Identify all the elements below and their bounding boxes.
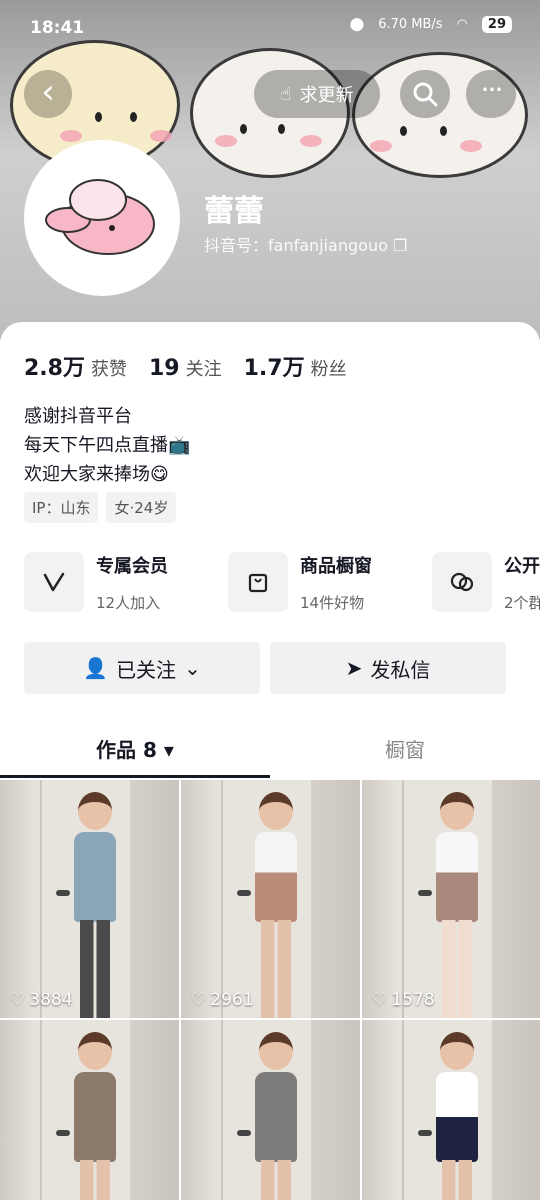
video-thumbnail[interactable] xyxy=(362,1020,540,1200)
feature-group-chat[interactable]: 公开 2个群 xyxy=(432,552,540,613)
shopping-bag-icon xyxy=(228,552,288,612)
gender-age-tag: 女·24岁 xyxy=(106,492,177,523)
send-icon: ➤ xyxy=(345,656,363,680)
tab-shop[interactable]: 橱窗 xyxy=(270,730,540,778)
video-person-figure xyxy=(251,792,301,1018)
v-icon xyxy=(24,552,84,612)
video-person-figure xyxy=(70,792,120,1018)
feature-group-title: 公开 xyxy=(504,556,540,577)
douyin-id-text: 抖音号：fanfanjiangouo xyxy=(204,236,388,255)
video-likes-count: 3884 xyxy=(29,990,73,1010)
status-bar: 18:41 ⬤ 6.70 MB/s ◠ 29 xyxy=(0,0,540,56)
following-label: 已关注 xyxy=(116,657,177,682)
video-grid: ♡ 3884 ♡ 2961 ♡ 1578 xyxy=(0,780,540,1200)
stat-likes-label: 获赞 xyxy=(90,359,127,380)
request-update-label: 求更新 xyxy=(299,85,354,106)
wifi-icon: ◠ xyxy=(456,17,468,32)
feature-row: 专属会员 12人加入 商品橱窗 14件好物 公开 2个群 xyxy=(24,552,540,613)
douyin-id[interactable]: 抖音号：fanfanjiangouo ❐ xyxy=(204,232,407,256)
video-person-figure xyxy=(251,1032,301,1200)
status-time: 18:41 xyxy=(30,18,85,38)
video-likes: ♡ 2961 xyxy=(191,990,254,1010)
profile-card: 2.8万 获赞 19 关注 1.7万 粉丝 感谢抖音平台 每天下午四点直播📺 欢迎大家… xyxy=(0,322,540,1200)
battery-level: 29 xyxy=(481,16,512,33)
tab-works-label: 作品 8 xyxy=(96,738,157,762)
search-icon xyxy=(413,82,438,107)
stat-likes[interactable]: 2.8万 获赞 xyxy=(24,350,127,382)
video-likes-count: 2961 xyxy=(210,990,254,1010)
tab-shop-label: 橱窗 xyxy=(385,738,425,762)
heart-icon: ♡ xyxy=(191,990,207,1010)
feature-group-sub: 2个群 xyxy=(504,594,540,612)
profile-name: 蕾蕾 xyxy=(204,194,264,229)
chevron-down-icon: ⌄ xyxy=(184,656,201,680)
search-button[interactable] xyxy=(400,70,450,118)
feature-shop-sub: 14件好物 xyxy=(300,594,365,612)
avatar[interactable] xyxy=(24,140,180,296)
video-thumbnail[interactable]: ♡ 3884 xyxy=(0,780,179,1018)
request-update-button[interactable]: ☝ 求更新 xyxy=(254,70,380,118)
stat-likes-number: 2.8万 xyxy=(24,356,85,381)
stat-following-label: 关注 xyxy=(185,359,222,380)
video-thumbnail[interactable]: ♡ 1578 xyxy=(362,780,540,1018)
stat-following[interactable]: 19 关注 xyxy=(149,355,222,381)
back-button[interactable]: ‹ xyxy=(24,70,72,118)
video-thumbnail[interactable] xyxy=(181,1020,360,1200)
bio-line: 感谢抖音平台 xyxy=(24,406,132,427)
video-likes: ♡ 1578 xyxy=(372,990,435,1010)
stat-followers-label: 粉丝 xyxy=(310,359,347,380)
video-likes: ♡ 3884 xyxy=(10,990,73,1010)
feature-membership-title: 专属会员 xyxy=(96,556,168,577)
hand-point-icon: ☝ xyxy=(280,83,292,105)
more-button[interactable]: ··· xyxy=(466,70,516,118)
heart-icon: ♡ xyxy=(10,990,26,1010)
stat-following-number: 19 xyxy=(148,356,180,381)
video-likes-count: 1578 xyxy=(391,990,435,1010)
bio: 感谢抖音平台 每天下午四点直播📺 欢迎大家来捧场😋 xyxy=(24,402,190,489)
tab-works[interactable]: 作品 8 ▾ xyxy=(0,730,270,778)
avatar-rabbit-image xyxy=(28,144,176,292)
caret-down-icon: ▾ xyxy=(163,738,174,762)
video-person-figure xyxy=(70,1032,120,1200)
copy-icon[interactable]: ❐ xyxy=(393,236,407,255)
bio-line: 每天下午四点直播📺 xyxy=(24,435,191,456)
profile-tags: IP：山东 女·24岁 xyxy=(24,492,177,523)
network-speed: 6.70 MB/s xyxy=(378,17,443,32)
following-button[interactable]: 👤 已关注 ⌄ xyxy=(24,642,260,694)
location-icon: ⬤ xyxy=(349,17,365,32)
profile-page: 18:41 ⬤ 6.70 MB/s ◠ 29 ‹ ☝ 求更新 ··· 蕾蕾 抖音… xyxy=(0,0,540,1200)
bio-line: 欢迎大家来捧场😋 xyxy=(24,464,169,485)
feature-shop-window[interactable]: 商品橱窗 14件好物 xyxy=(228,552,432,613)
send-message-label: 发私信 xyxy=(370,657,431,682)
video-person-figure xyxy=(432,1032,482,1200)
chat-icon xyxy=(432,552,492,612)
ip-location-tag: IP：山东 xyxy=(24,492,99,523)
stat-followers-number: 1.7万 xyxy=(243,356,305,381)
stat-followers[interactable]: 1.7万 粉丝 xyxy=(244,350,347,382)
video-person-figure xyxy=(432,792,482,1018)
chevron-left-icon: ‹ xyxy=(41,72,55,112)
send-message-button[interactable]: ➤ 发私信 xyxy=(270,642,506,694)
more-dots-icon: ··· xyxy=(480,73,504,106)
feature-shop-title: 商品橱窗 xyxy=(300,556,372,577)
action-row: 👤 已关注 ⌄ ➤ 发私信 xyxy=(24,642,506,694)
content-tabs: 作品 8 ▾ 橱窗 xyxy=(0,730,540,778)
heart-icon: ♡ xyxy=(372,990,388,1010)
stats-row: 2.8万 获赞 19 关注 1.7万 粉丝 xyxy=(24,350,347,382)
feature-membership[interactable]: 专属会员 12人加入 xyxy=(24,552,228,613)
feature-membership-sub: 12人加入 xyxy=(96,594,161,612)
video-thumbnail[interactable]: ♡ 2961 xyxy=(181,780,360,1018)
user-check-icon: 👤 xyxy=(83,656,109,680)
video-thumbnail[interactable] xyxy=(0,1020,179,1200)
